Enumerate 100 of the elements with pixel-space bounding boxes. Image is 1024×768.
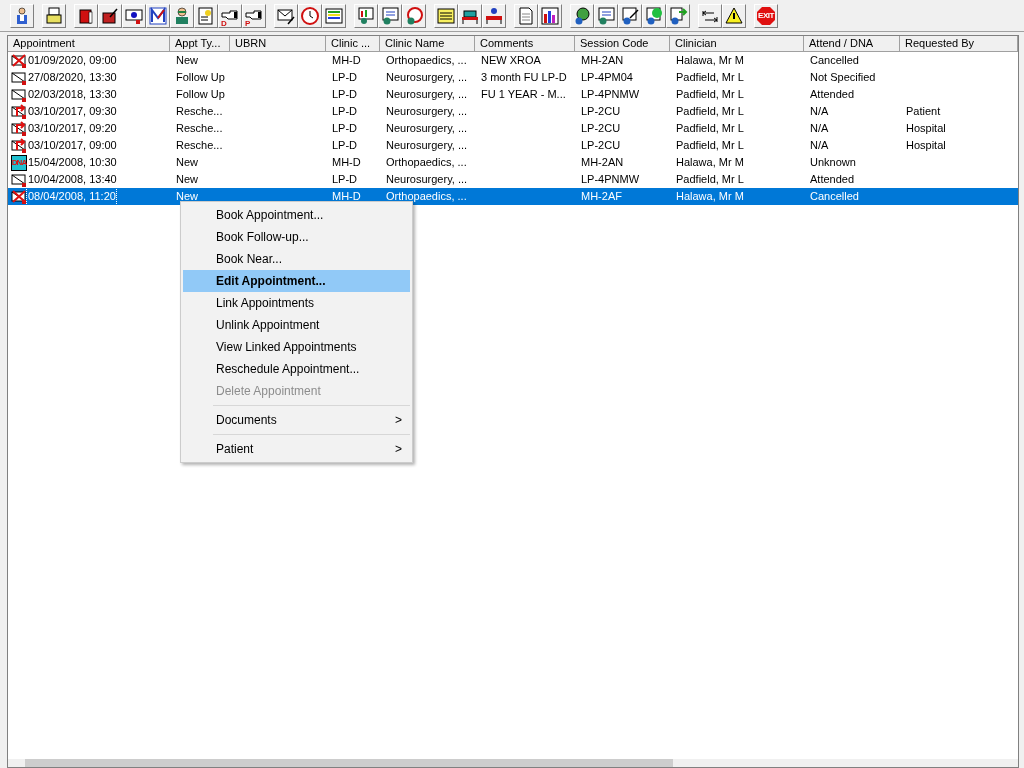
toolbar-button[interactable] [274,3,298,28]
submenu-arrow: > [395,441,402,458]
toolbar-button[interactable] [722,3,746,28]
menu-item[interactable]: View Linked Appointments [183,336,410,358]
toolbar-button[interactable] [146,3,170,28]
table-cell: LP-D [332,105,358,118]
toolbar-button[interactable] [98,3,122,28]
toolbar-button[interactable] [42,3,66,28]
menu-item[interactable]: Book Follow-up... [183,226,410,248]
toolbar-button[interactable] [538,3,562,28]
table-row[interactable]: 10/04/2008, 13:40 New LP-D Neurosurgery, ... LP-4PNMW Padfield, Mr L Attended [8,171,1018,188]
table-cell: New [176,156,198,169]
table-row[interactable]: 27/08/2020, 13:30 Follow Up LP-D Neurosurgery, ... 3 month FU LP-D LP-4PM04 Padfield, Mr L Not Specified [8,69,1018,86]
column-header[interactable]: Attend / DNA [804,36,900,52]
table-cell: Padfield, Mr L [676,122,744,135]
menu-item[interactable]: Documents > [183,409,410,431]
table-cell: LP-4PNMW [581,173,640,186]
table-cell: Resche... [176,105,223,118]
table-row[interactable]: 03/10/2017, 09:30 Resche... LP-D Neurosurgery, ... LP-2CU Padfield, Mr L N/A Patient [8,103,1018,120]
column-header[interactable]: Appt Ty... [170,36,230,52]
table-cell: 3 month FU LP-D [481,71,567,84]
menu-item[interactable]: Unlink Appointment [183,314,410,336]
column-header[interactable]: Appointment [8,36,170,52]
letter-icon [148,5,168,26]
column-header[interactable]: Requested By [900,36,1018,52]
table-cell: Orthopaedics, ... [386,190,467,203]
toolbar-button[interactable] [322,3,346,28]
menu-item[interactable]: Edit Appointment... [183,270,410,292]
table-cell: Neurosurgery, ... [386,88,468,101]
transfer-icon [668,5,688,26]
table-row[interactable]: 03/10/2017, 09:00 Resche... LP-D Neurosurgery, ... LP-2CU Padfield, Mr L N/A Hospital [8,137,1018,154]
toolbar-button[interactable] [666,3,690,28]
menu-item[interactable]: Book Appointment... [183,204,410,226]
toolbar-button[interactable] [458,3,482,28]
table-cell: LP-D [332,122,358,135]
table-cell-text: 03/10/2017, 09:20 [27,121,117,137]
table-cell: LP-2CU [581,139,621,152]
table-cell: New [176,173,198,186]
toolbar-button[interactable] [482,3,506,28]
printer-icon [44,5,64,26]
table-cell: Padfield, Mr L [676,88,744,101]
table-cell-text: 02/03/2018, 13:30 [27,87,117,103]
toolbar-button[interactable] [642,3,666,28]
table-row[interactable]: 08/04/2008, 11:20 New MH-D Orthopaedics, ... MH-2AF Halawa, Mr M Cancelled [8,188,1018,205]
table-cell: Follow Up [176,88,225,101]
submenu-arrow: > [395,412,402,429]
table-cell: Padfield, Mr L [676,105,744,118]
table-cell: Hospital [906,122,946,135]
table-cell: Unknown [810,156,856,169]
table-cell: N/A [810,139,829,152]
toolbar-button[interactable]: D [218,3,242,28]
table-cell: Cancelled [810,190,859,203]
table-row[interactable]: 01/09/2020, 09:00 New MH-D Orthopaedics, ... NEW XROA MH-2AN Halawa, Mr M Cancelled [8,52,1018,69]
table-cell: New [176,190,198,203]
column-header[interactable]: Clinic Name [380,36,475,52]
table-row[interactable]: 02/03/2018, 13:30 Follow Up LP-D Neurosurgery, ... FU 1 YEAR - M... LP-4PNMW Padfield, Mr L Attended [8,86,1018,103]
table-cell: Attended [810,88,855,101]
table-cell-text: 27/08/2020, 13:30 [27,70,117,86]
table-cell: Patient [906,105,941,118]
table-row[interactable]: 03/10/2017, 09:20 Resche... LP-D Neurosurgery, ... LP-2CU Padfield, Mr L N/A Hospital [8,120,1018,137]
menu-item[interactable]: Book Near... [183,248,410,270]
table-cell: Follow Up [176,71,225,84]
table-cell: LP-D [332,139,358,152]
toolbar-button[interactable]: EXIT [754,3,778,28]
table-cell: Neurosurgery, ... [386,105,468,118]
table-cell: Padfield, Mr L [676,139,744,152]
bar-chart-icon [540,5,560,26]
column-header[interactable]: Session Code [575,36,670,52]
table-cell: LP-4PM04 [581,71,633,84]
table-cell: MH-2AN [581,54,624,67]
table-cell: LP-4PNMW [581,88,640,101]
table-cell: NEW XROA [481,54,541,67]
table-cell-text: 10/04/2008, 13:40 [27,172,117,188]
column-header[interactable]: UBRN [230,36,326,52]
toolbar-button[interactable] [74,3,98,28]
menu-item[interactable]: Reschedule Appointment... [183,358,410,380]
table-cell-text: 01/09/2020, 09:00 [27,53,117,69]
table-cell: LP-2CU [581,105,621,118]
toolbar-button[interactable] [122,3,146,28]
notepad-icon [436,5,456,26]
form-icon [380,5,400,26]
cancelled-icon [11,52,27,69]
table-cell: Not Specified [810,71,876,84]
column-header[interactable]: Comments [475,36,575,52]
column-header[interactable]: Clinician [670,36,804,52]
table-cell-text: 03/10/2017, 09:30 [27,104,117,120]
table-cell: LP-2CU [581,122,621,135]
envelope-icon [11,171,27,188]
column-header[interactable]: Clinic ... [326,36,380,52]
toolbar-button[interactable]: P [242,3,266,28]
scrollbar-thumb[interactable] [25,759,673,767]
table-cell: N/A [810,122,829,135]
menu-item[interactable]: Link Appointments [183,292,410,314]
menu-item[interactable]: Patient > [183,438,410,460]
table-cell: 08/04/2008, 11:20 [27,188,116,205]
table-cell: LP-D [332,173,358,186]
form-icon [644,5,664,26]
form-pen-icon [620,5,640,26]
toolbar-button[interactable] [618,3,642,28]
toolbar-button[interactable] [570,3,594,28]
